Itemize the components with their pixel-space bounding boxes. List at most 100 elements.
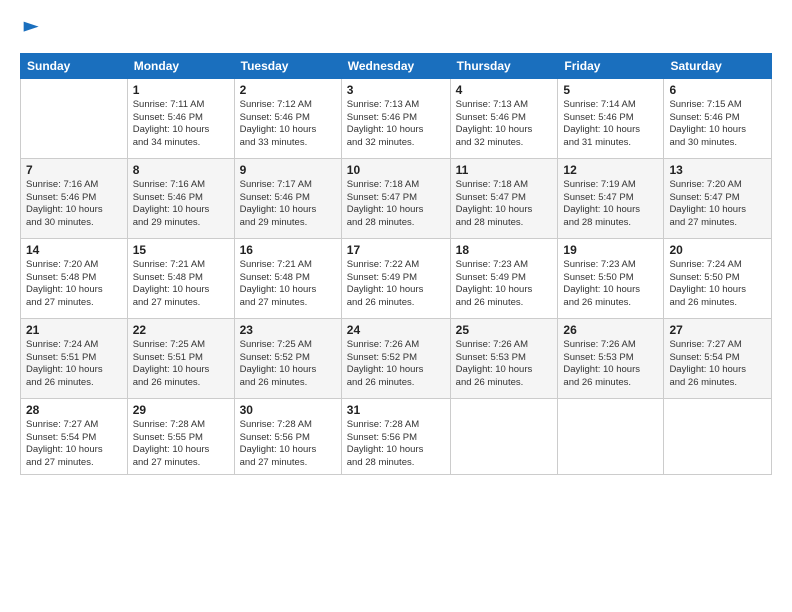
day-info: Sunrise: 7:22 AM Sunset: 5:49 PM Dayligh… xyxy=(347,259,445,310)
day-number: 14 xyxy=(26,243,122,257)
day-number: 3 xyxy=(347,83,445,97)
calendar-cell: 24 Sunrise: 7:26 AM Sunset: 5:52 PM Dayli… xyxy=(341,318,450,398)
calendar-cell: 17 Sunrise: 7:22 AM Sunset: 5:49 PM Dayli… xyxy=(341,238,450,318)
day-number: 17 xyxy=(347,243,445,257)
day-info: Sunrise: 7:18 AM Sunset: 5:47 PM Dayligh… xyxy=(347,179,445,230)
calendar-cell: 6Sunrise: 7:15 AM Sunset: 5:46 PM Daylig… xyxy=(664,78,772,158)
day-info: Sunrise: 7:24 AM Sunset: 5:50 PM Dayligh… xyxy=(669,259,766,310)
day-number: 4 xyxy=(456,83,553,97)
day-number: 27 xyxy=(669,323,766,337)
day-info: Sunrise: 7:14 AM Sunset: 5:46 PM Dayligh… xyxy=(563,99,658,150)
weekday-header-sunday: Sunday xyxy=(21,53,128,78)
day-info: Sunrise: 7:28 AM Sunset: 5:56 PM Dayligh… xyxy=(347,419,445,470)
day-info: Sunrise: 7:26 AM Sunset: 5:52 PM Dayligh… xyxy=(347,339,445,390)
calendar-cell: 22 Sunrise: 7:25 AM Sunset: 5:51 PM Dayli… xyxy=(127,318,234,398)
day-info: Sunrise: 7:16 AM Sunset: 5:46 PM Dayligh… xyxy=(133,179,229,230)
calendar-cell: 9 Sunrise: 7:17 AM Sunset: 5:46 PM Daylig… xyxy=(234,158,341,238)
calendar-cell: 26 Sunrise: 7:26 AM Sunset: 5:53 PM Dayli… xyxy=(558,318,664,398)
day-info: Sunrise: 7:20 AM Sunset: 5:47 PM Dayligh… xyxy=(669,179,766,230)
day-info: Sunrise: 7:16 AM Sunset: 5:46 PM Dayligh… xyxy=(26,179,122,230)
calendar-cell: 29 Sunrise: 7:28 AM Sunset: 5:55 PM Dayli… xyxy=(127,398,234,474)
logo-general xyxy=(20,20,42,45)
day-number: 31 xyxy=(347,403,445,417)
calendar-cell xyxy=(664,398,772,474)
calendar-cell: 3 Sunrise: 7:13 AM Sunset: 5:46 PM Daylig… xyxy=(341,78,450,158)
calendar-cell: 15 Sunrise: 7:21 AM Sunset: 5:48 PM Dayli… xyxy=(127,238,234,318)
day-number: 25 xyxy=(456,323,553,337)
calendar-cell: 16 Sunrise: 7:21 AM Sunset: 5:48 PM Dayli… xyxy=(234,238,341,318)
calendar-cell: 11Sunrise: 7:18 AM Sunset: 5:47 PM Dayli… xyxy=(450,158,558,238)
calendar-table: SundayMondayTuesdayWednesdayThursdayFrid… xyxy=(20,53,772,475)
day-info: Sunrise: 7:21 AM Sunset: 5:48 PM Dayligh… xyxy=(133,259,229,310)
calendar-cell: 7 Sunrise: 7:16 AM Sunset: 5:46 PM Daylig… xyxy=(21,158,128,238)
day-number: 5 xyxy=(563,83,658,97)
weekday-header-tuesday: Tuesday xyxy=(234,53,341,78)
day-number: 19 xyxy=(563,243,658,257)
day-number: 29 xyxy=(133,403,229,417)
day-info: Sunrise: 7:13 AM Sunset: 5:46 PM Dayligh… xyxy=(456,99,553,150)
day-info: Sunrise: 7:21 AM Sunset: 5:48 PM Dayligh… xyxy=(240,259,336,310)
calendar-cell: 14Sunrise: 7:20 AM Sunset: 5:48 PM Dayli… xyxy=(21,238,128,318)
day-info: Sunrise: 7:23 AM Sunset: 5:49 PM Dayligh… xyxy=(456,259,553,310)
day-info: Sunrise: 7:23 AM Sunset: 5:50 PM Dayligh… xyxy=(563,259,658,310)
day-number: 9 xyxy=(240,163,336,177)
calendar-cell xyxy=(558,398,664,474)
weekday-header-wednesday: Wednesday xyxy=(341,53,450,78)
weekday-header-monday: Monday xyxy=(127,53,234,78)
calendar-cell: 31 Sunrise: 7:28 AM Sunset: 5:56 PM Dayli… xyxy=(341,398,450,474)
day-number: 1 xyxy=(133,83,229,97)
day-info: Sunrise: 7:26 AM Sunset: 5:53 PM Dayligh… xyxy=(456,339,553,390)
logo-flag-icon xyxy=(22,20,42,40)
day-number: 13 xyxy=(669,163,766,177)
calendar-cell: 2 Sunrise: 7:12 AM Sunset: 5:46 PM Daylig… xyxy=(234,78,341,158)
page: SundayMondayTuesdayWednesdayThursdayFrid… xyxy=(0,0,792,612)
day-number: 21 xyxy=(26,323,122,337)
day-info: Sunrise: 7:12 AM Sunset: 5:46 PM Dayligh… xyxy=(240,99,336,150)
calendar-cell xyxy=(450,398,558,474)
calendar-cell: 19 Sunrise: 7:23 AM Sunset: 5:50 PM Dayli… xyxy=(558,238,664,318)
calendar-cell: 20 Sunrise: 7:24 AM Sunset: 5:50 PM Dayli… xyxy=(664,238,772,318)
day-info: Sunrise: 7:27 AM Sunset: 5:54 PM Dayligh… xyxy=(26,419,122,470)
calendar-cell: 5 Sunrise: 7:14 AM Sunset: 5:46 PM Daylig… xyxy=(558,78,664,158)
weekday-header-friday: Friday xyxy=(558,53,664,78)
calendar-cell: 4 Sunrise: 7:13 AM Sunset: 5:46 PM Daylig… xyxy=(450,78,558,158)
day-number: 12 xyxy=(563,163,658,177)
header xyxy=(20,20,772,45)
day-number: 16 xyxy=(240,243,336,257)
day-info: Sunrise: 7:28 AM Sunset: 5:56 PM Dayligh… xyxy=(240,419,336,470)
calendar-cell: 12 Sunrise: 7:19 AM Sunset: 5:47 PM Dayli… xyxy=(558,158,664,238)
day-number: 10 xyxy=(347,163,445,177)
weekday-header-thursday: Thursday xyxy=(450,53,558,78)
day-info: Sunrise: 7:17 AM Sunset: 5:46 PM Dayligh… xyxy=(240,179,336,230)
weekday-header-row: SundayMondayTuesdayWednesdayThursdayFrid… xyxy=(21,53,772,78)
calendar-cell: 30 Sunrise: 7:28 AM Sunset: 5:56 PM Dayli… xyxy=(234,398,341,474)
day-info: Sunrise: 7:24 AM Sunset: 5:51 PM Dayligh… xyxy=(26,339,122,390)
calendar-cell: 28Sunrise: 7:27 AM Sunset: 5:54 PM Dayli… xyxy=(21,398,128,474)
weekday-header-saturday: Saturday xyxy=(664,53,772,78)
day-info: Sunrise: 7:25 AM Sunset: 5:51 PM Dayligh… xyxy=(133,339,229,390)
day-number: 26 xyxy=(563,323,658,337)
day-number: 20 xyxy=(669,243,766,257)
calendar-cell: 1 Sunrise: 7:11 AM Sunset: 5:46 PM Daylig… xyxy=(127,78,234,158)
day-number: 7 xyxy=(26,163,122,177)
day-info: Sunrise: 7:11 AM Sunset: 5:46 PM Dayligh… xyxy=(133,99,229,150)
day-info: Sunrise: 7:28 AM Sunset: 5:55 PM Dayligh… xyxy=(133,419,229,470)
day-info: Sunrise: 7:19 AM Sunset: 5:47 PM Dayligh… xyxy=(563,179,658,230)
day-number: 24 xyxy=(347,323,445,337)
day-info: Sunrise: 7:15 AM Sunset: 5:46 PM Dayligh… xyxy=(669,99,766,150)
calendar-cell: 8Sunrise: 7:16 AM Sunset: 5:46 PM Daylig… xyxy=(127,158,234,238)
day-number: 11 xyxy=(456,163,553,177)
day-number: 23 xyxy=(240,323,336,337)
day-number: 2 xyxy=(240,83,336,97)
day-info: Sunrise: 7:26 AM Sunset: 5:53 PM Dayligh… xyxy=(563,339,658,390)
day-number: 22 xyxy=(133,323,229,337)
day-info: Sunrise: 7:25 AM Sunset: 5:52 PM Dayligh… xyxy=(240,339,336,390)
day-number: 30 xyxy=(240,403,336,417)
day-info: Sunrise: 7:13 AM Sunset: 5:46 PM Dayligh… xyxy=(347,99,445,150)
calendar-cell xyxy=(21,78,128,158)
calendar-cell: 25 Sunrise: 7:26 AM Sunset: 5:53 PM Dayli… xyxy=(450,318,558,398)
day-number: 15 xyxy=(133,243,229,257)
calendar-cell: 10 Sunrise: 7:18 AM Sunset: 5:47 PM Dayli… xyxy=(341,158,450,238)
day-info: Sunrise: 7:27 AM Sunset: 5:54 PM Dayligh… xyxy=(669,339,766,390)
day-number: 18 xyxy=(456,243,553,257)
